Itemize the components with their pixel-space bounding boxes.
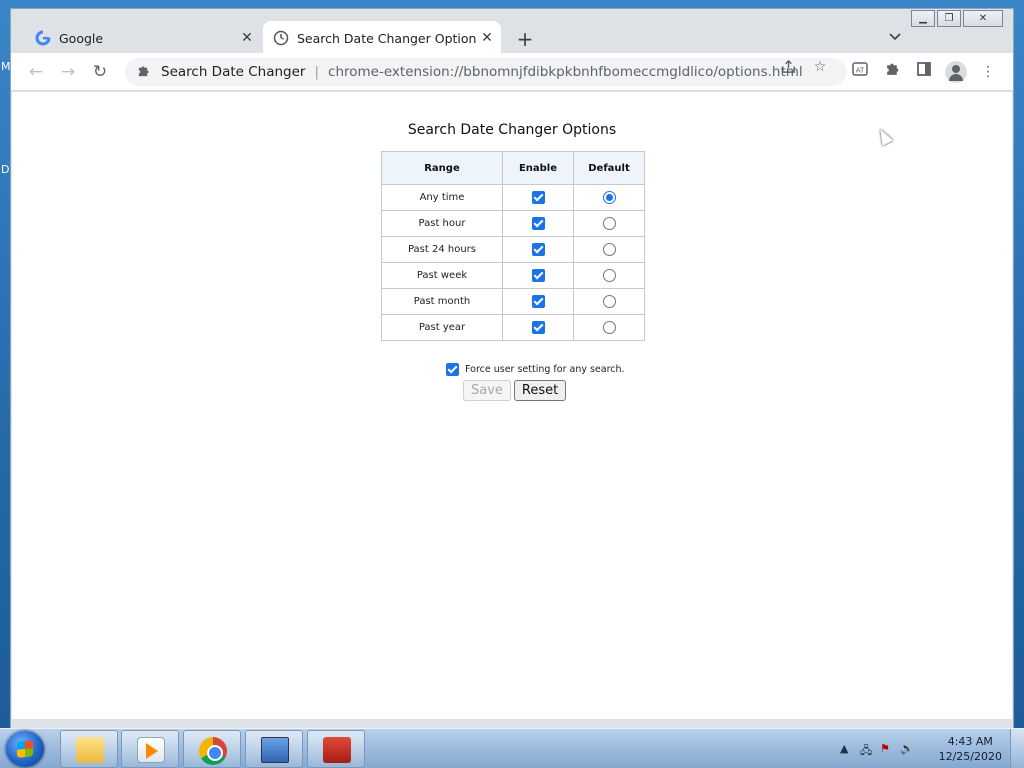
bookmark-star-icon[interactable]: ☆ [812, 59, 828, 75]
taskbar-chrome-button[interactable] [183, 730, 241, 768]
show-hidden-icons-icon[interactable]: ▲ [840, 742, 848, 755]
desktop-icon-label: D [1, 163, 10, 176]
profile-avatar-icon[interactable] [945, 61, 967, 83]
default-radio[interactable] [602, 269, 616, 282]
computer-icon [261, 737, 289, 763]
clock-time: 4:43 AM [947, 735, 993, 748]
table-row: Past hour [381, 210, 645, 237]
show-desktop-button[interactable] [1010, 729, 1024, 768]
tab-search-date-changer[interactable]: Search Date Changer Options ✕ [263, 21, 501, 55]
table-row: Past month [381, 288, 645, 315]
new-tab-button[interactable]: + [513, 27, 537, 51]
tab-title: Search Date Changer Options [297, 30, 477, 46]
header-range: Range [381, 151, 503, 185]
default-radio[interactable] [602, 243, 616, 256]
header-enable: Enable [502, 151, 574, 185]
range-label: Past year [381, 314, 503, 341]
start-button[interactable] [6, 731, 44, 767]
clock[interactable]: 4:43 AM 12/25/2020 [939, 734, 1002, 764]
taskbar-media-player-button[interactable] [121, 730, 179, 768]
force-setting-checkbox[interactable] [446, 363, 459, 376]
tab-strip: Google ✕ Search Date Changer Options ✕ + [11, 19, 1013, 55]
network-icon[interactable]: 🖧 [860, 742, 872, 761]
range-options-table: Range Enable Default Any time Past hour [381, 151, 645, 341]
extension-name: Search Date Changer [161, 64, 306, 80]
table-row: Past week [381, 262, 645, 289]
media-player-icon [137, 737, 165, 763]
toolbox-icon [323, 737, 351, 763]
taskbar-toolbox-button[interactable] [307, 730, 365, 768]
range-label: Past month [381, 288, 503, 315]
force-setting-label: Force user setting for any search. [465, 364, 625, 375]
range-label: Past hour [381, 210, 503, 237]
close-tab-icon[interactable]: ✕ [477, 30, 497, 46]
options-page: Search Date Changer Options Range Enable… [12, 92, 1012, 719]
address-bar[interactable]: Search Date Changer | chrome-extension:/… [125, 58, 847, 86]
default-radio[interactable] [602, 217, 616, 230]
default-radio[interactable] [602, 191, 616, 204]
button-row: Save Reset [463, 380, 567, 401]
enable-checkbox[interactable] [531, 217, 545, 230]
reload-button[interactable]: ↻ [89, 61, 111, 83]
default-radio[interactable] [602, 295, 616, 308]
svg-text:AT: AT [856, 67, 865, 75]
range-label: Past week [381, 262, 503, 289]
taskbar-computer-button[interactable] [245, 730, 303, 768]
table-row: Past 24 hours [381, 236, 645, 263]
chrome-icon [199, 737, 227, 765]
header-default: Default [573, 151, 645, 185]
system-tray: ▲ 🖧 ⚑ 🔊 4:43 AM 12/25/2020 [834, 729, 1024, 768]
forward-button[interactable]: → [57, 61, 79, 83]
more-menu-icon[interactable]: ⋮ [977, 61, 999, 83]
enable-checkbox[interactable] [531, 243, 545, 256]
table-header-row: Range Enable Default [381, 151, 645, 185]
clock-date: 12/25/2020 [938, 750, 1002, 763]
extensions-puzzle-icon[interactable] [881, 61, 903, 83]
url-text: chrome-extension://bbnomnjfdibkpkbnhfbom… [328, 64, 803, 80]
taskbar: ▲ 🖧 ⚑ 🔊 4:43 AM 12/25/2020 [0, 728, 1024, 768]
tab-google[interactable]: Google ✕ [25, 21, 261, 55]
share-icon[interactable] [780, 59, 796, 78]
table-row: Past year [381, 314, 645, 341]
reset-button[interactable]: Reset [513, 380, 567, 401]
puzzle-icon [137, 64, 153, 81]
at-extension-icon[interactable]: AT [849, 61, 871, 83]
enable-checkbox[interactable] [531, 191, 545, 204]
page-title: Search Date Changer Options [407, 122, 617, 138]
enable-checkbox[interactable] [531, 321, 545, 334]
clock-icon [273, 30, 289, 46]
force-setting-row: Force user setting for any search. [446, 363, 625, 376]
tab-title: Google [59, 30, 104, 46]
tab-search-button[interactable] [889, 30, 901, 44]
browser-window: ▁ ❐ ✕ Google ✕ Search Date Changer Optio… [10, 8, 1014, 730]
google-g-icon [35, 30, 51, 46]
range-label: Any time [381, 184, 503, 211]
close-tab-icon[interactable]: ✕ [237, 30, 257, 46]
enable-checkbox[interactable] [531, 269, 545, 282]
table-row: Any time [381, 184, 645, 211]
save-button[interactable]: Save [463, 380, 511, 401]
range-label: Past 24 hours [381, 236, 503, 263]
taskbar-explorer-button[interactable] [60, 730, 118, 768]
browser-toolbar: ← → ↻ Search Date Changer | chrome-exten… [11, 53, 1013, 91]
folder-icon [76, 737, 104, 763]
default-radio[interactable] [602, 321, 616, 334]
omnibox-separator: | [314, 64, 320, 80]
volume-icon[interactable]: 🔊 [900, 742, 914, 755]
enable-checkbox[interactable] [531, 295, 545, 308]
action-center-flag-icon[interactable]: ⚑ [880, 742, 890, 755]
side-panel-icon[interactable] [913, 61, 935, 83]
back-button[interactable]: ← [25, 61, 47, 83]
